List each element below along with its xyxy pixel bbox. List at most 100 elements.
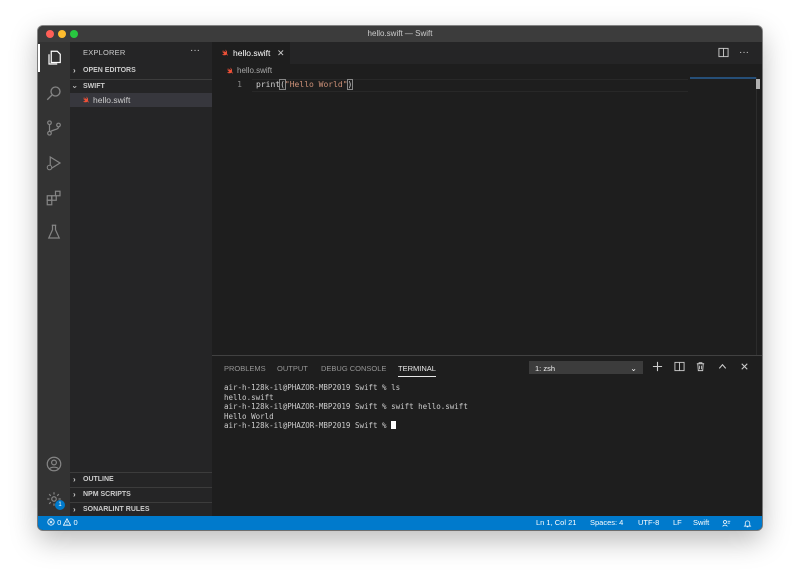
tab-output[interactable]: OUTPUT — [277, 362, 308, 376]
code-line-1[interactable]: print("Hello World") — [256, 79, 354, 90]
editor-scrollbar[interactable] — [756, 77, 762, 355]
npm-scripts-label: NPM SCRIPTS — [83, 491, 131, 498]
testing-activity-button[interactable] — [38, 218, 70, 246]
editor-tabs-bar: hello.swift ✕ ··· — [212, 42, 762, 64]
swift-file-icon — [83, 96, 89, 103]
open-editors-section-header[interactable]: › OPEN EDITORS — [70, 64, 212, 78]
extensions-icon — [46, 190, 61, 206]
split-terminal-button[interactable] — [673, 361, 685, 373]
terminal-select[interactable]: 1: zsh ⌄ — [529, 361, 643, 374]
minimap[interactable] — [690, 77, 756, 79]
editor-more-actions-button[interactable]: ··· — [738, 47, 750, 59]
window-title: hello.swift — Swift — [367, 29, 433, 38]
explorer-sidebar: EXPLORER ··· › OPEN EDITORS › SWIFT hell… — [70, 42, 212, 516]
editor-scrollbar-thumb[interactable] — [756, 79, 760, 89]
code-token-function: print — [256, 80, 281, 89]
npm-scripts-section-header[interactable]: › NPM SCRIPTS — [70, 487, 212, 501]
open-editors-label: OPEN EDITORS — [83, 67, 136, 74]
breadcrumb[interactable]: hello.swift — [212, 64, 762, 77]
file-item-label: hello.swift — [93, 95, 131, 105]
source-control-icon — [47, 120, 61, 136]
terminal-line: air-h-128k-il@PHAZOR-MBP2019 Swift % ls — [224, 383, 401, 392]
warning-icon — [63, 517, 72, 526]
tab-problems[interactable]: PROBLEMS — [224, 362, 266, 376]
terminal-line: Hello World — [224, 411, 274, 421]
warning-count: 0 — [73, 518, 78, 527]
accounts-activity-button[interactable] — [38, 450, 70, 478]
sonarlint-rules-section-header[interactable]: › SONARLINT RULES — [70, 502, 212, 516]
vscode-window: hello.swift — Swift 1 EXPLORER ··· › OPE… — [38, 26, 762, 530]
terminal-prompt-line: air-h-128k-il@PHAZOR-MBP2019 Swift % — [224, 421, 468, 431]
file-item-hello-swift[interactable]: hello.swift — [70, 93, 212, 107]
breadcrumb-file[interactable]: hello.swift — [237, 64, 272, 77]
close-panel-button[interactable] — [738, 361, 750, 373]
split-terminal-icon — [673, 361, 685, 372]
chevron-right-icon: › — [73, 66, 76, 75]
chevron-down-icon: › — [70, 85, 80, 89]
swift-file-icon — [222, 49, 228, 56]
title-bar: hello.swift — Swift — [38, 26, 762, 42]
indentation-status[interactable]: Spaces: 4 — [590, 516, 623, 530]
encoding-status[interactable]: UTF-8 — [638, 516, 659, 530]
code-editor[interactable]: 1 print("Hello World") — [212, 77, 762, 355]
eol-status[interactable]: LF — [673, 516, 682, 530]
notifications-button[interactable] — [743, 519, 752, 530]
run-debug-icon — [46, 155, 62, 171]
tab-terminal[interactable]: TERMINAL — [398, 362, 436, 377]
feedback-button[interactable] — [722, 519, 731, 530]
swift-file-icon — [227, 67, 233, 74]
source-control-activity-button[interactable] — [38, 114, 70, 142]
files-icon — [48, 50, 61, 65]
run-debug-activity-button[interactable] — [38, 149, 70, 177]
tab-debug-console[interactable]: DEBUG CONSOLE — [321, 362, 386, 376]
outline-label: OUTLINE — [83, 476, 114, 483]
maximize-panel-button[interactable] — [716, 361, 728, 373]
new-terminal-button[interactable] — [651, 361, 663, 373]
explorer-activity-button[interactable] — [38, 44, 70, 72]
flask-icon — [47, 224, 61, 239]
tab-hello-swift[interactable]: hello.swift ✕ — [212, 42, 290, 64]
chevron-right-icon: › — [73, 505, 76, 514]
tab-close-button[interactable]: ✕ — [277, 42, 285, 64]
settings-update-badge: 1 — [55, 500, 65, 510]
split-editor-icon — [717, 47, 729, 58]
bell-icon — [743, 520, 752, 528]
terminal-output[interactable]: air-h-128k-il@PHAZOR-MBP2019 Swift % ls h… — [224, 383, 468, 431]
chevron-right-icon: › — [73, 475, 76, 484]
code-token-paren-close: ) — [346, 79, 354, 90]
search-icon — [46, 86, 61, 101]
language-mode-status[interactable]: Swift — [693, 516, 709, 530]
terminal-line: hello.swift — [224, 392, 274, 402]
tab-label: hello.swift — [233, 48, 271, 58]
feedback-icon — [722, 520, 731, 527]
close-icon — [740, 363, 748, 370]
status-bar: 0 0 Ln 1, Col 21 Spaces: 4 UTF-8 LF Swif… — [38, 516, 762, 530]
code-token-string: "Hello World" — [284, 80, 348, 89]
terminal-cursor — [391, 421, 397, 429]
outline-section-header[interactable]: › OUTLINE — [70, 472, 212, 486]
chevron-down-icon: ⌄ — [630, 364, 637, 373]
sidebar-title: EXPLORER — [83, 48, 126, 57]
sidebar-more-actions-button[interactable]: ··· — [190, 45, 200, 56]
problems-status[interactable]: 0 0 — [47, 516, 78, 530]
sonarlint-rules-label: SONARLINT RULES — [83, 506, 150, 513]
trash-icon — [696, 362, 704, 372]
error-count: 0 — [57, 518, 62, 527]
swift-folder-section-header[interactable]: › SWIFT — [70, 79, 212, 93]
swift-folder-label: SWIFT — [83, 83, 105, 90]
account-icon — [46, 456, 62, 472]
terminal-select-value: 1: zsh — [535, 364, 556, 373]
extensions-activity-button[interactable] — [38, 184, 70, 212]
manage-activity-button[interactable]: 1 — [38, 485, 70, 513]
plus-icon — [652, 361, 662, 372]
split-editor-button[interactable] — [717, 47, 729, 59]
search-activity-button[interactable] — [38, 79, 70, 107]
kill-terminal-button[interactable] — [694, 361, 706, 373]
terminal-line: air-h-128k-il@PHAZOR-MBP2019 Swift % swi… — [224, 402, 468, 411]
error-icon — [47, 518, 55, 526]
cursor-position-status[interactable]: Ln 1, Col 21 — [536, 516, 576, 530]
activity-bar: 1 — [38, 42, 70, 516]
terminal-line: air-h-128k-il@PHAZOR-MBP2019 Swift % — [224, 421, 392, 430]
line-number: 1 — [237, 80, 242, 89]
chevron-up-icon — [718, 363, 726, 369]
